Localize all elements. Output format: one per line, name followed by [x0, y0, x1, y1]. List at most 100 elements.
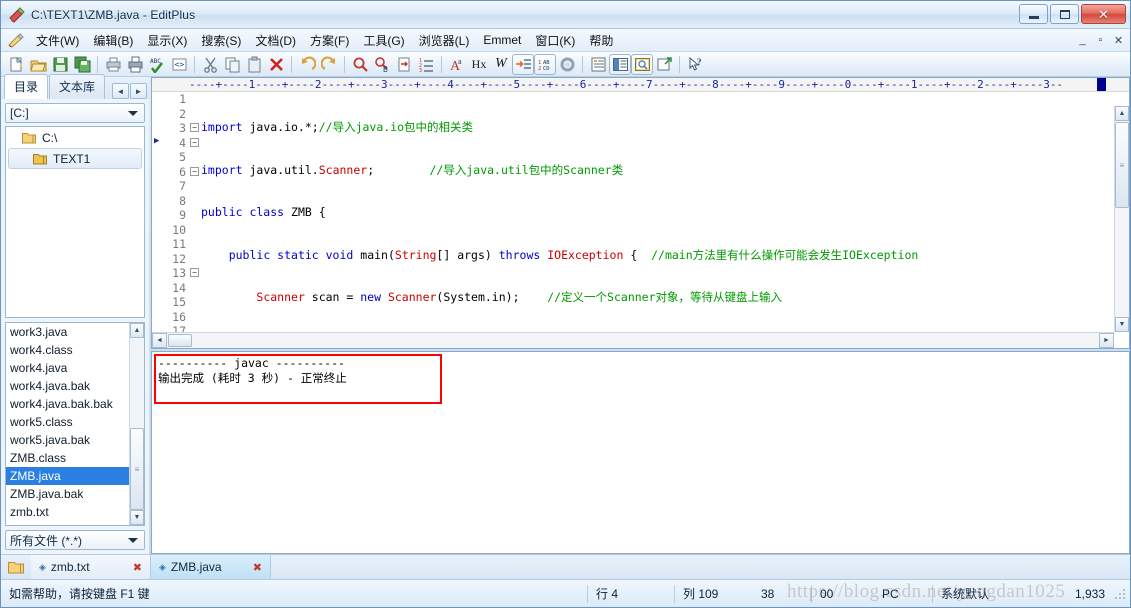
menu-item-help[interactable]: 帮助 — [582, 29, 620, 52]
document-tab-zmb-txt[interactable]: ◈ zmb.txt ✖ — [31, 555, 151, 579]
menu-item-search[interactable]: 搜索(S) — [194, 29, 248, 52]
folder-icon[interactable] — [1, 555, 31, 579]
menu-item-window[interactable]: 窗口(K) — [528, 29, 582, 52]
drive-selector[interactable]: [C:] — [5, 103, 145, 123]
list-item[interactable]: work4.java — [6, 359, 144, 377]
help-pointer-icon[interactable]: ? — [684, 54, 706, 75]
menu-item-project[interactable]: 方案(F) — [303, 29, 356, 52]
fold-toggle-icon[interactable]: − — [190, 268, 199, 277]
list-item[interactable]: work5.java.bak — [6, 431, 144, 449]
menu-item-file[interactable]: 文件(W) — [29, 29, 86, 52]
list-item[interactable]: work4.java.bak — [6, 377, 144, 395]
hex-icon[interactable]: Hx — [468, 54, 490, 75]
document-list-icon[interactable] — [587, 54, 609, 75]
close-x-icon[interactable]: ✖ — [133, 561, 142, 574]
code-area[interactable]: 1 2 3 4 5 6 7 8 9 10 11 12 13 14 15 16 1… — [152, 92, 1129, 348]
menu-item-browser[interactable]: 浏览器(L) — [412, 29, 477, 52]
tree-item-root[interactable]: C:\ — [6, 127, 144, 148]
find-icon[interactable] — [349, 54, 371, 75]
fold-toggle-icon[interactable]: − — [190, 123, 199, 132]
browser-icon[interactable] — [653, 54, 675, 75]
tab-scroll-right-icon[interactable]: ► — [130, 83, 147, 99]
output-console[interactable]: ---------- javac ---------- 输出完成 (耗时 3 秒… — [151, 351, 1130, 554]
minimize-button[interactable] — [1019, 4, 1048, 24]
paste-icon[interactable] — [243, 54, 265, 75]
list-item[interactable]: work4.java.bak.bak — [6, 395, 144, 413]
print-preview-icon[interactable] — [102, 54, 124, 75]
column-select-icon[interactable]: 1 2 AB CD — [534, 53, 556, 75]
maximize-button[interactable] — [1050, 4, 1079, 24]
redo-icon[interactable] — [318, 54, 340, 75]
list-item[interactable]: work3.java — [6, 323, 144, 341]
svg-text:3: 3 — [419, 68, 422, 73]
menu-item-document[interactable]: 文档(D) — [248, 29, 303, 52]
word-wrap-icon[interactable]: W — [490, 54, 512, 75]
list-item[interactable]: ZMB.java.bak — [6, 485, 144, 503]
directory-tree[interactable]: C:\ TEXT1 — [5, 126, 145, 318]
file-filter-selector[interactable]: 所有文件 (*.*) — [5, 530, 145, 550]
file-list-scrollbar[interactable]: ▲ ≡ ▼ — [129, 323, 144, 525]
main-toolbar: ABC <> B 1 2 3 A a Hx W 1 2 AB CD ? — [1, 52, 1130, 77]
doc-close-button[interactable]: ✕ — [1110, 32, 1127, 48]
code-lines[interactable]: import java.io.*;//导入java.io包中的相关类 impor… — [200, 92, 1129, 348]
doc-minimize-button[interactable]: _ — [1074, 32, 1091, 48]
preview-icon[interactable] — [631, 53, 653, 75]
list-item[interactable]: work4.class — [6, 341, 144, 359]
line-number: 14 — [172, 280, 186, 295]
scroll-up-icon[interactable]: ▲ — [130, 323, 144, 338]
scroll-up-icon[interactable]: ▲ — [1115, 106, 1129, 121]
tab-scroll-left-icon[interactable]: ◄ — [112, 83, 129, 99]
resize-grip-icon[interactable] — [1113, 587, 1127, 601]
code-editor[interactable]: ----+----1----+----2----+----3----+----4… — [151, 77, 1130, 349]
delete-icon[interactable] — [265, 54, 287, 75]
fold-toggle-icon[interactable]: − — [190, 166, 199, 176]
menu-item-view[interactable]: 显示(X) — [140, 29, 194, 52]
menu-item-tools[interactable]: 工具(G) — [356, 29, 411, 52]
scroll-thumb[interactable]: ≡ — [130, 428, 144, 510]
status-char-code-hex: 00 — [820, 586, 834, 601]
copy-icon[interactable] — [221, 54, 243, 75]
scroll-down-icon[interactable]: ▼ — [1115, 317, 1129, 332]
html-tag-icon[interactable]: <> — [168, 54, 190, 75]
fold-toggle-icon[interactable]: − — [190, 137, 199, 147]
scroll-thumb[interactable]: ≡ — [1115, 122, 1129, 208]
editor-vertical-scrollbar[interactable]: ▲ ≡ ▼ — [1114, 106, 1129, 332]
split-window-icon[interactable] — [609, 53, 631, 75]
open-file-icon[interactable] — [27, 54, 49, 75]
list-item-selected[interactable]: ZMB.java — [6, 467, 144, 485]
list-item[interactable]: ZMB.class — [6, 449, 144, 467]
svg-text:<>: <> — [174, 60, 184, 69]
cut-icon[interactable] — [199, 54, 221, 75]
scroll-thumb[interactable] — [168, 334, 192, 347]
list-item[interactable]: zmb.txt — [6, 503, 144, 521]
list-item[interactable]: work5.class — [6, 413, 144, 431]
indent-icon[interactable] — [512, 53, 534, 75]
close-button[interactable]: ✕ — [1081, 4, 1126, 24]
print-icon[interactable] — [124, 54, 146, 75]
close-x-icon[interactable]: ✖ — [253, 561, 262, 574]
save-all-icon[interactable] — [71, 54, 93, 75]
scroll-right-icon[interactable]: ► — [1099, 333, 1114, 348]
scroll-left-icon[interactable]: ◄ — [152, 333, 167, 348]
sidebar-tab-cliptext[interactable]: 文本库 — [49, 74, 106, 99]
undo-icon[interactable] — [296, 54, 318, 75]
menu-item-emmet[interactable]: Emmet — [476, 30, 528, 50]
file-list[interactable]: work3.java work4.class work4.java work4.… — [5, 322, 145, 526]
find-replace-icon[interactable]: B — [371, 54, 393, 75]
sidebar-tab-directory[interactable]: 目录 — [4, 74, 49, 99]
save-icon[interactable] — [49, 54, 71, 75]
doc-restore-button[interactable]: ▫ — [1092, 32, 1109, 48]
numbered-list-icon[interactable]: 123 — [415, 54, 437, 75]
fold-column[interactable]: − − − − — [189, 92, 200, 348]
spellcheck-icon[interactable]: ABC — [146, 54, 168, 75]
line-number: 7 — [179, 179, 186, 193]
tree-item-text1[interactable]: TEXT1 — [8, 148, 142, 169]
menu-item-edit[interactable]: 编辑(B) — [86, 29, 140, 52]
settings-icon[interactable] — [556, 54, 578, 75]
editor-horizontal-scrollbar[interactable]: ◄ ► — [152, 332, 1114, 348]
goto-icon[interactable] — [393, 54, 415, 75]
new-file-icon[interactable] — [5, 54, 27, 75]
document-tab-zmb-java[interactable]: ◈ ZMB.java ✖ — [151, 555, 271, 579]
font-icon[interactable]: Aa — [446, 54, 468, 75]
scroll-down-icon[interactable]: ▼ — [130, 510, 144, 525]
